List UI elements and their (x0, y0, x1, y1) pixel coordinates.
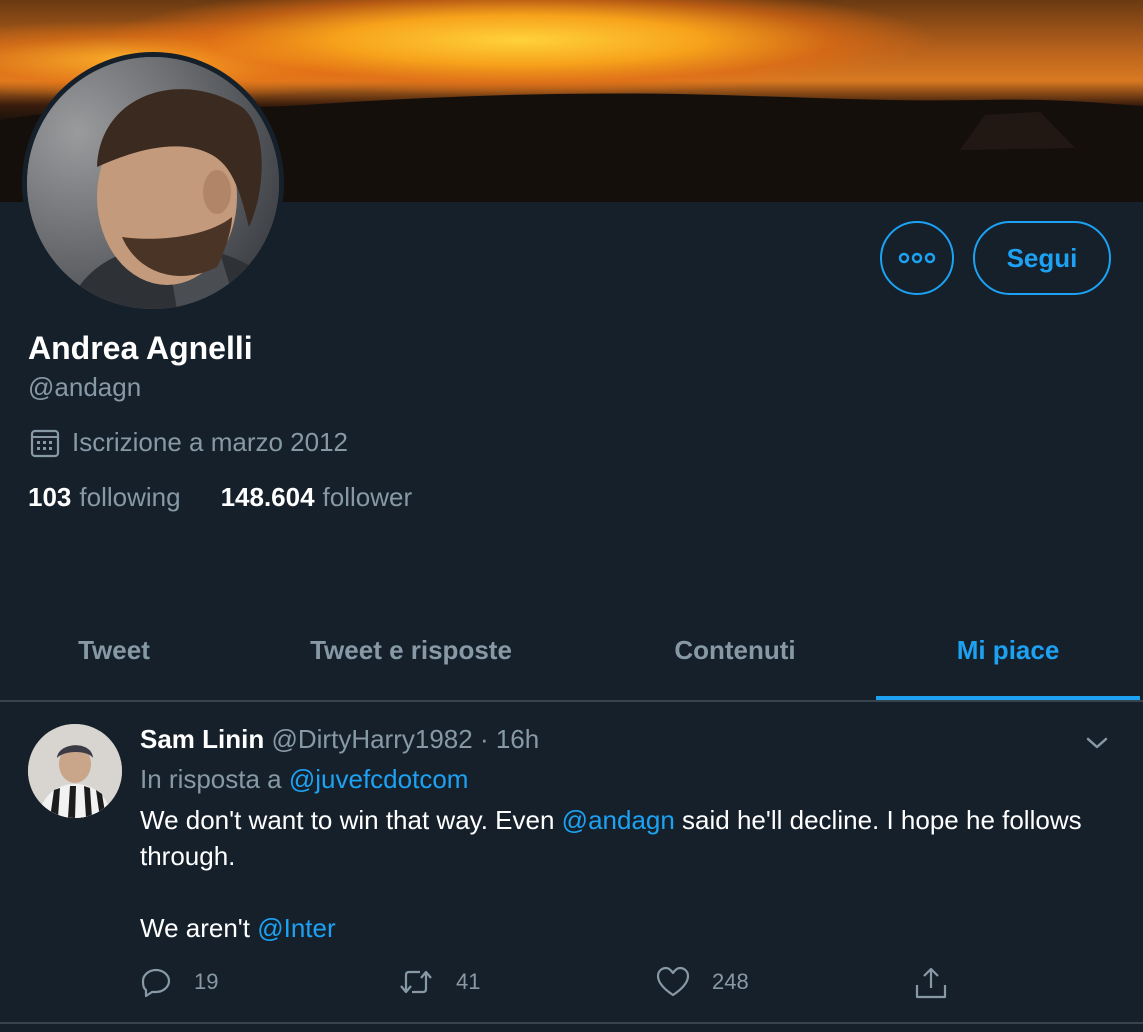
tweet-text-part3: We aren't (140, 913, 258, 943)
followers-count: 148.604 (220, 482, 315, 512)
share-icon (915, 967, 947, 999)
tab-tweet-e-risposte[interactable]: Tweet e risposte (228, 600, 594, 700)
followers-link[interactable]: 148.604 follower (221, 482, 413, 513)
following-link[interactable]: 103 following (28, 482, 181, 513)
tweet-time[interactable]: 16h (496, 724, 539, 754)
followers-label: follower (322, 482, 413, 512)
following-label: following (79, 482, 181, 512)
tweet-header: Sam Linin @DirtyHarry1982 · 16h (140, 724, 539, 755)
share-button[interactable] (914, 966, 970, 1000)
reply-to-link[interactable]: @juvefcdotcom (289, 764, 469, 794)
retweet-count: 41 (456, 969, 481, 994)
tweet-text: We don't want to win that way. Even @and… (140, 802, 1100, 946)
tweet-author-handle[interactable]: @DirtyHarry1982 (271, 724, 472, 754)
reply-prefix: In risposta a (140, 764, 289, 794)
retweet-icon (400, 970, 432, 994)
more-icon (898, 252, 936, 264)
like-button[interactable]: 248 (656, 966, 749, 998)
tweet-text-part1: We don't want to win that way. Even (140, 805, 562, 835)
active-tab-indicator (876, 696, 1140, 700)
tweet-author-avatar[interactable] (28, 724, 122, 818)
reply-context: In risposta a @juvefcdotcom (140, 764, 468, 795)
following-count: 103 (28, 482, 72, 512)
profile-tabs: Tweet Tweet e risposte Contenuti Mi piac… (0, 600, 1143, 702)
more-options-button[interactable] (880, 221, 954, 295)
chevron-down-icon[interactable] (1084, 730, 1110, 756)
mention-inter[interactable]: @Inter (257, 913, 335, 943)
tab-mi-piace[interactable]: Mi piace (876, 600, 1140, 700)
profile-name: Andrea Agnelli (28, 330, 253, 366)
profile-handle: @andagn (28, 372, 142, 402)
profile-avatar[interactable] (22, 52, 284, 314)
retweet-button[interactable]: 41 (398, 966, 480, 998)
calendar-icon (30, 429, 60, 457)
like-icon (656, 966, 690, 997)
tweet-actions: 19 41 248 (140, 966, 960, 1006)
reply-count: 19 (194, 969, 219, 994)
mention-andagn[interactable]: @andagn (562, 805, 675, 835)
reply-icon (141, 968, 171, 998)
join-date-text: Iscrizione a marzo 2012 (72, 427, 349, 457)
tab-contenuti[interactable]: Contenuti (594, 600, 876, 700)
tweet-separator: · (472, 724, 496, 754)
follow-button[interactable]: Segui (973, 221, 1111, 295)
profile-stats: 103 following 148.604 follower (28, 482, 452, 513)
tweet[interactable]: Sam Linin @DirtyHarry1982 · 16h In rispo… (0, 702, 1143, 1024)
join-date: Iscrizione a marzo 2012 (30, 427, 348, 458)
tweet-author-name[interactable]: Sam Linin (140, 724, 264, 754)
like-count: 248 (712, 969, 749, 994)
tab-tweet[interactable]: Tweet (0, 600, 228, 700)
reply-button[interactable]: 19 (140, 966, 218, 998)
